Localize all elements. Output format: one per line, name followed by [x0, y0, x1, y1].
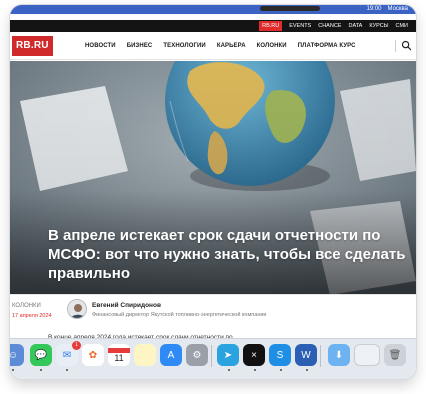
dock-separator [211, 345, 212, 367]
running-indicator [280, 369, 282, 371]
menubar-status: 19:00 Москва [367, 5, 409, 14]
calendar-icon[interactable]: 11 [108, 344, 130, 366]
nav-platform[interactable]: ПЛАТФОРМА КУРС [298, 43, 356, 49]
header-divider [395, 40, 396, 52]
network-strip: RB.RU EVENTS CHANCE DATA КУРСЫ СМИ [10, 20, 416, 32]
network-link-data[interactable]: DATA [348, 23, 362, 29]
mail-icon[interactable]: ✉ 1 [56, 341, 81, 366]
site-logo[interactable]: RB.RU [12, 36, 53, 56]
nav-columns[interactable]: КОЛОНКИ [257, 43, 287, 49]
article-headline: В апреле истекает срок сдачи отчетности … [48, 227, 406, 282]
running-indicator [254, 369, 256, 371]
nav-tech[interactable]: ТЕХНОЛОГИИ [163, 43, 205, 49]
mail-badge: 1 [72, 341, 81, 350]
author-name[interactable]: Евгений Спиридонов [92, 302, 161, 309]
telegram-icon[interactable]: ➤ [217, 344, 239, 366]
network-link-events[interactable]: EVENTS [289, 23, 311, 29]
recent-window-thumbnail[interactable] [354, 344, 380, 366]
photos-icon[interactable]: ✿ [82, 344, 104, 366]
downloads-folder-icon[interactable]: ⬇ [328, 344, 350, 366]
mac-dock: ☺ 💬 ✉ 1 ✿ 11 A ⚙ ➤ × S W ⬇ 🗑 [10, 338, 416, 379]
calculator-icon[interactable]: × [243, 344, 265, 366]
network-link-courses[interactable]: КУРСЫ [369, 23, 388, 29]
publish-date: 17 апреля 2024 [12, 313, 52, 319]
clock: 19:00 [366, 6, 382, 12]
screen: 19:00 Москва RB.RU EVENTS CHANCE DATA КУ… [10, 5, 416, 379]
search-icon[interactable] [401, 40, 412, 51]
category-label[interactable]: КОЛОНКИ [12, 303, 41, 309]
nav-business[interactable]: БИЗНЕС [127, 43, 153, 49]
author-role: Финансовый директор Якутской топливно-эн… [92, 312, 267, 318]
browser-scroll-indicator [260, 6, 320, 11]
nav-news[interactable]: НОВОСТИ [85, 43, 116, 49]
mac-menubar: 19:00 Москва [10, 5, 416, 14]
skype-icon[interactable]: S [269, 344, 291, 366]
running-indicator [40, 369, 42, 371]
word-icon[interactable]: W [295, 344, 317, 366]
running-indicator [66, 369, 68, 371]
network-link-rb[interactable]: RB.RU [259, 21, 283, 31]
app-store-icon[interactable]: A [160, 344, 182, 366]
main-nav: НОВОСТИ БИЗНЕС ТЕХНОЛОГИИ КАРЬЕРА КОЛОНК… [85, 32, 356, 60]
calendar-day: 11 [114, 352, 124, 363]
nav-career[interactable]: КАРЬЕРА [217, 43, 246, 49]
running-indicator [12, 369, 14, 371]
site-header: RB.RU НОВОСТИ БИЗНЕС ТЕХНОЛОГИИ КАРЬЕРА … [10, 32, 416, 60]
network-link-media[interactable]: СМИ [396, 23, 408, 29]
author-avatar[interactable] [67, 299, 87, 319]
dock-separator-2 [320, 345, 321, 367]
finder-icon[interactable]: ☺ [10, 344, 24, 366]
settings-icon[interactable]: ⚙ [186, 344, 208, 366]
trash-icon[interactable]: 🗑 [384, 344, 406, 366]
running-indicator [306, 369, 308, 371]
running-indicator [228, 369, 230, 371]
location: Москва [387, 6, 408, 12]
notes-icon[interactable] [134, 344, 156, 366]
article-meta: КОЛОНКИ 17 апреля 2024 Евгений Спиридоно… [10, 294, 416, 332]
messages-icon[interactable]: 💬 [30, 344, 52, 366]
person-icon [68, 300, 86, 318]
network-link-chance[interactable]: CHANCE [318, 23, 341, 29]
